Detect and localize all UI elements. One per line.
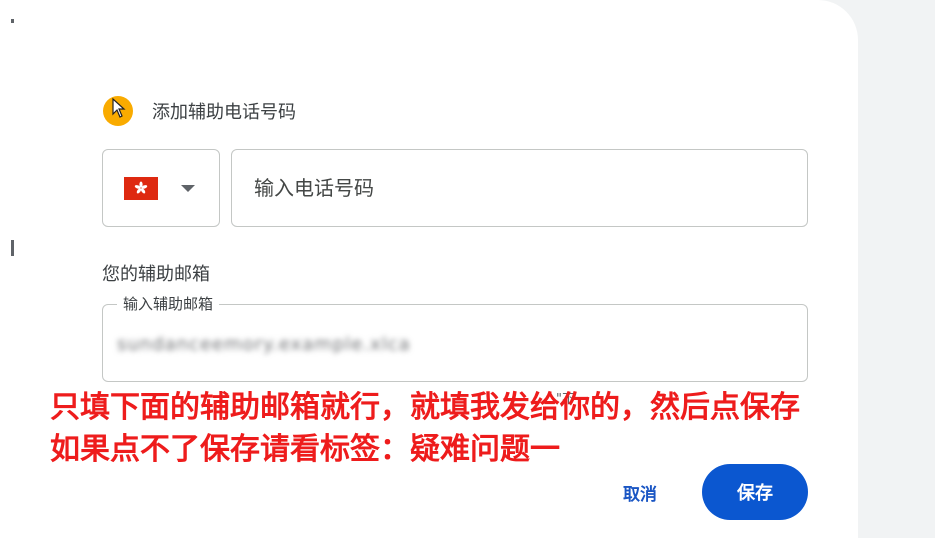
recovery-email-floating-label: 输入辅助邮箱	[117, 295, 220, 313]
mouse-cursor-icon	[112, 98, 126, 118]
country-code-select[interactable]	[102, 149, 220, 227]
cancel-button[interactable]: 取消	[603, 472, 677, 512]
phone-section-title: 添加辅助电话号码	[152, 102, 296, 123]
save-button[interactable]: 保存	[702, 464, 808, 520]
phone-number-input[interactable]	[254, 176, 774, 200]
instruction-overlay-line-1: 只填下面的辅助邮箱就行，就填我发给你的，然后点保存	[50, 390, 800, 425]
chevron-down-icon	[181, 184, 195, 192]
hong-kong-flag-icon	[124, 176, 158, 200]
lightbulb-icon	[103, 96, 133, 126]
edge-mark	[11, 19, 14, 23]
phone-number-field[interactable]	[231, 149, 808, 227]
recovery-email-section-title: 您的辅助邮箱	[102, 264, 210, 285]
recovery-email-value[interactable]: sundanceemory.example.xlca	[117, 334, 411, 355]
instruction-overlay-line-2: 如果点不了保存请看标签：疑难问题一	[50, 432, 560, 467]
recovery-email-field[interactable]: 输入辅助邮箱 sundanceemory.example.xlca	[102, 295, 808, 382]
dialog-card: 添加辅助电话号码 您的辅助邮箱 输入辅助邮箱 sundanceemory.exa…	[0, 0, 858, 538]
phone-section-header: 添加辅助电话号码	[103, 96, 296, 126]
edge-mark	[11, 240, 14, 256]
